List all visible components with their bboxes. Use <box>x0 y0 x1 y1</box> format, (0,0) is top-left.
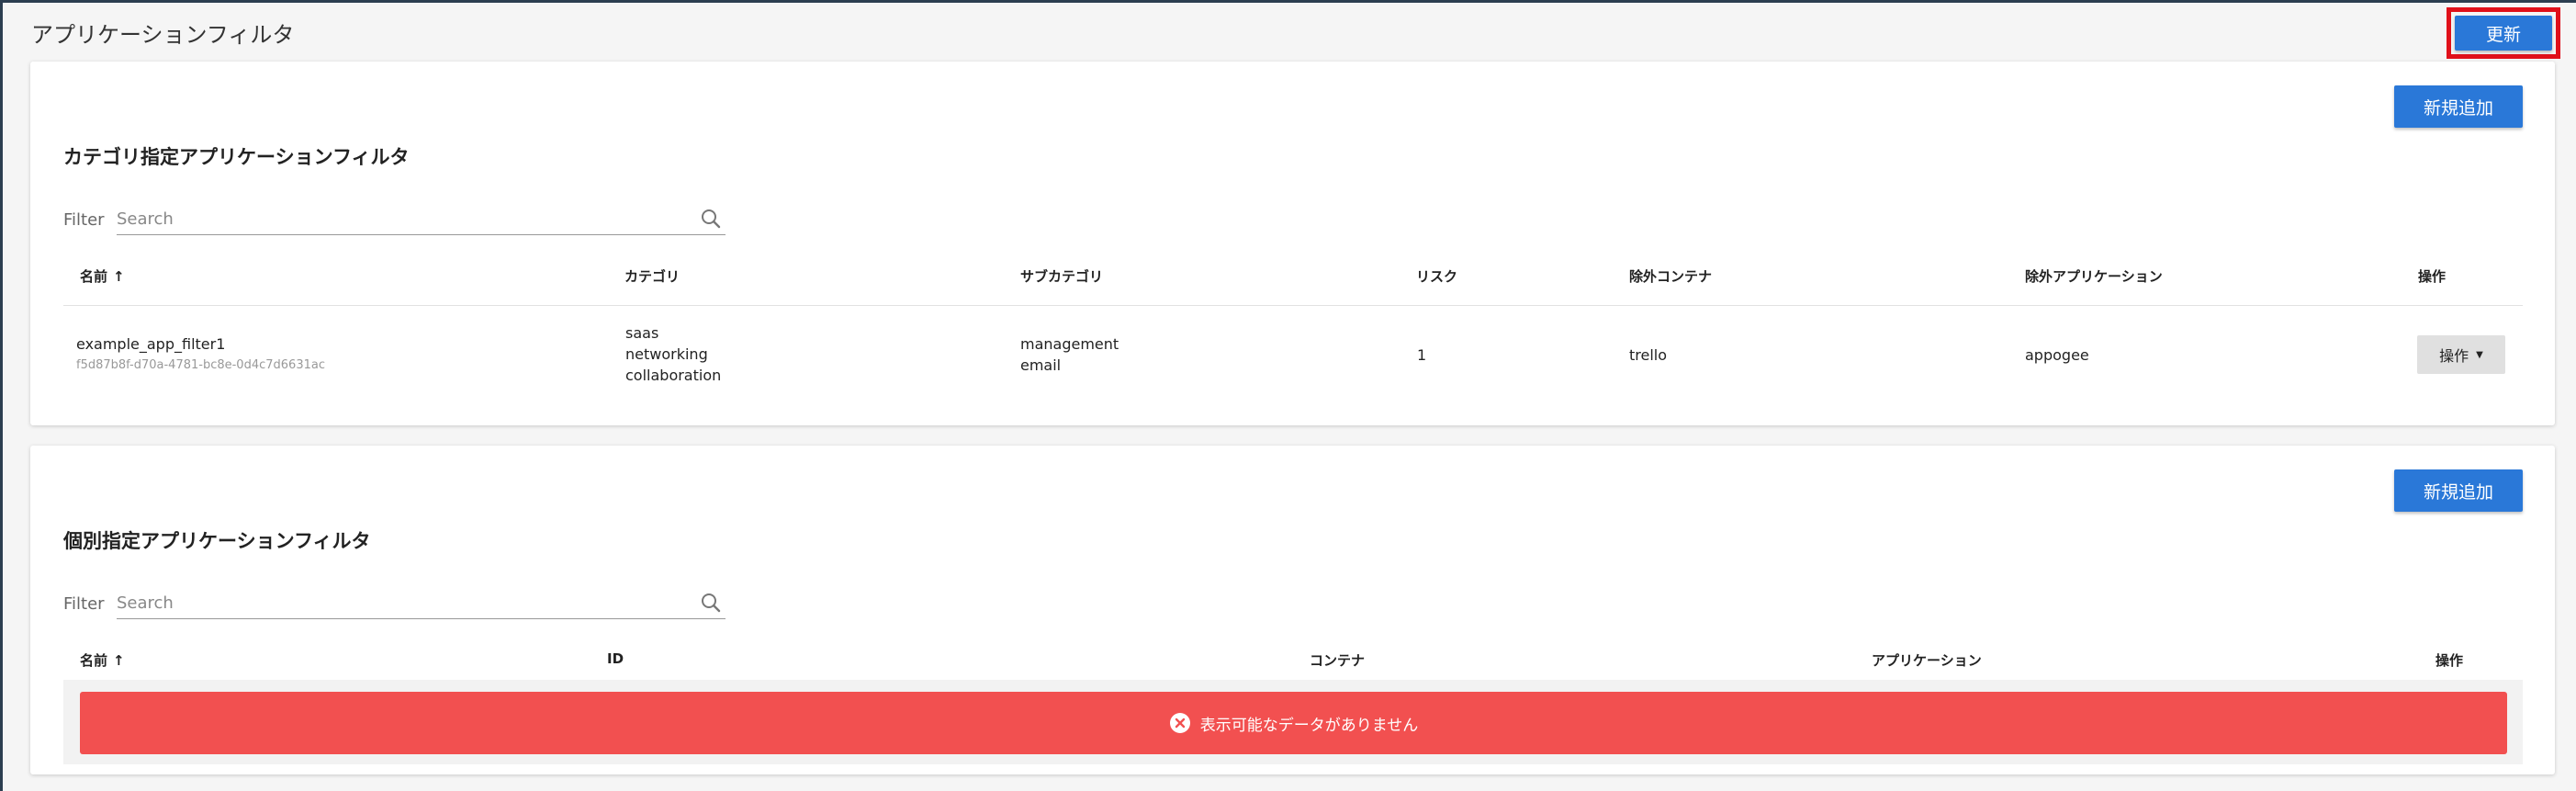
column-header-ops: 操作 <box>2418 268 2447 285</box>
search-icon[interactable] <box>700 208 722 230</box>
filter-label: Filter <box>63 209 105 230</box>
header-divider <box>63 305 2523 306</box>
table-row-categories: saas networking collaboration <box>625 324 722 384</box>
category-filter: Filter <box>63 204 726 235</box>
column-header-application[interactable]: アプリケーション <box>1872 650 1982 670</box>
column-header-excluded-container[interactable]: 除外コンテナ <box>1629 266 1712 286</box>
table-row-excluded-container: trello <box>1629 346 1668 364</box>
column-header-name[interactable]: 名前 ↑ <box>80 266 125 286</box>
row-id: f5d87b8f-d70a-4781-bc8e-0d4c7d6631ac <box>76 358 325 372</box>
column-header-ops: 操作 <box>2435 652 2464 669</box>
sort-ascending-icon: ↑ <box>113 267 125 285</box>
page-title: アプリケーションフィルタ <box>31 22 295 48</box>
table-row-subcategories: management email <box>1020 335 1119 374</box>
empty-data-message: 表示可能なデータがありません <box>1199 716 1419 735</box>
table-row-risk: 1 <box>1417 346 1427 364</box>
column-header-name[interactable]: 名前 ↑ <box>80 650 125 670</box>
individual-add-button[interactable]: 新規追加 <box>2394 469 2523 512</box>
table-row-excluded-app: appogee <box>2025 346 2089 364</box>
column-header-risk[interactable]: リスク <box>1416 266 1457 286</box>
row-ops-dropdown[interactable]: 操作 ▼ <box>2417 335 2505 374</box>
category-add-button[interactable]: 新規追加 <box>2394 85 2523 128</box>
sort-ascending-icon: ↑ <box>113 651 125 669</box>
search-input[interactable] <box>117 209 686 229</box>
category-section-title: カテゴリ指定アプリケーションフィルタ <box>63 146 410 168</box>
error-circle-icon <box>1169 713 1190 733</box>
caret-down-icon: ▼ <box>2476 349 2483 360</box>
column-header-category[interactable]: カテゴリ <box>624 266 680 286</box>
column-header-container[interactable]: コンテナ <box>1310 650 1365 670</box>
search-icon[interactable] <box>700 592 722 614</box>
refresh-button-highlight: 更新 <box>2447 7 2560 59</box>
column-header-subcategory[interactable]: サブカテゴリ <box>1020 266 1103 286</box>
search-input[interactable] <box>117 593 686 613</box>
individual-filter: Filter <box>63 588 726 619</box>
table-row-name: example_app_filter1 f5d87b8f-d70a-4781-b… <box>76 333 325 376</box>
search-field <box>117 204 726 235</box>
empty-data-alert: 表示可能なデータがありません <box>80 692 2507 754</box>
individual-section-title: 個別指定アプリケーションフィルタ <box>63 530 371 552</box>
column-header-excluded-app[interactable]: 除外アプリケーション <box>2025 266 2163 286</box>
individual-filter-card: 新規追加 個別指定アプリケーションフィルタ Filter 名前 ↑ ID コンテ… <box>30 446 2555 774</box>
refresh-button[interactable]: 更新 <box>2455 16 2552 51</box>
search-field <box>117 588 726 619</box>
category-filter-card: 新規追加 カテゴリ指定アプリケーションフィルタ Filter 名前 ↑ カテゴリ… <box>30 62 2555 425</box>
filter-label: Filter <box>63 593 105 614</box>
column-header-id[interactable]: ID <box>607 650 624 667</box>
